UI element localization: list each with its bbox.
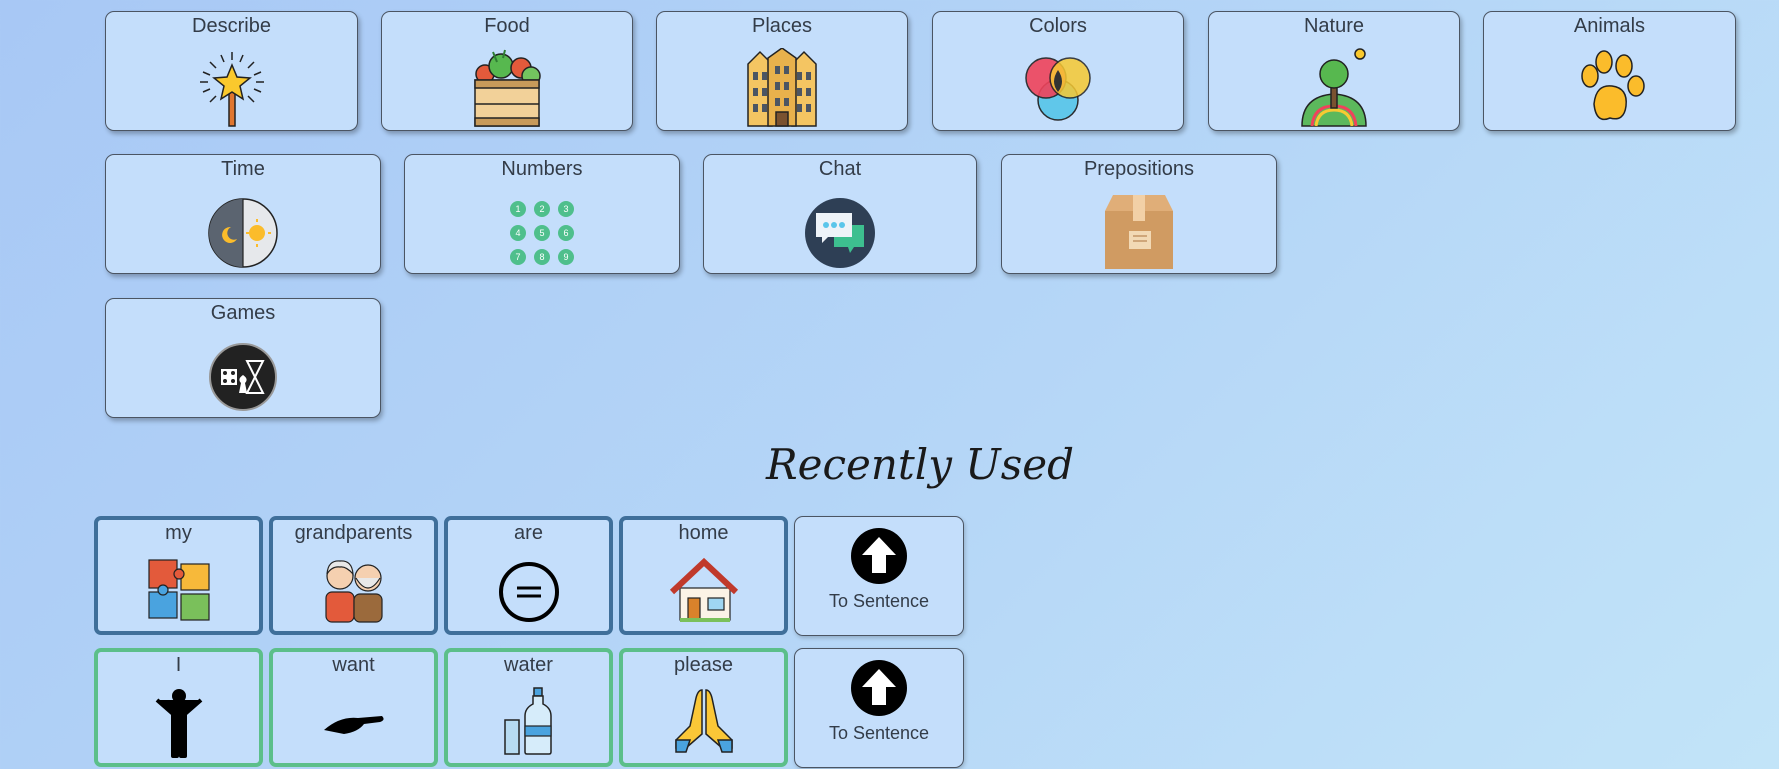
arrow-up-circle-icon	[851, 660, 907, 716]
category-tile-animals[interactable]: Animals	[1483, 11, 1736, 131]
to-sentence-label: To Sentence	[828, 723, 930, 743]
category-label: Places	[751, 15, 813, 37]
svg-text:1: 1	[515, 204, 520, 214]
tree-hill-icon	[1301, 48, 1367, 127]
color-circles-icon	[1025, 57, 1091, 121]
category-tile-numbers[interactable]: Numbers 1 2 3 4 5 6 7 8 9	[404, 154, 680, 274]
recently-used-title: Recently Used	[766, 440, 1074, 489]
equals-circle-icon	[498, 562, 559, 622]
category-label: Nature	[1303, 15, 1365, 37]
word-tile-my[interactable]: my	[94, 516, 263, 635]
category-label: Numbers	[501, 158, 583, 180]
cardboard-box-icon	[1105, 195, 1173, 269]
category-label: Colors	[1029, 15, 1087, 37]
magic-wand-star-icon	[199, 52, 264, 127]
word-tile-home[interactable]: home	[619, 516, 788, 635]
house-icon	[669, 557, 738, 622]
person-icon	[155, 689, 202, 758]
word-label: I	[175, 654, 182, 676]
category-tile-places[interactable]: Places	[656, 11, 908, 131]
puzzle-pieces-icon	[147, 559, 210, 621]
word-label: please	[674, 654, 733, 676]
grandparents-icon	[324, 560, 383, 623]
svg-text:6: 6	[563, 228, 568, 238]
category-tile-time[interactable]: Time	[105, 154, 381, 274]
svg-text:8: 8	[539, 252, 544, 262]
category-label: Games	[210, 302, 276, 324]
word-label: are	[514, 522, 543, 544]
chat-bubbles-icon	[805, 198, 875, 268]
svg-text:9: 9	[563, 252, 568, 262]
building-icon	[747, 48, 817, 127]
word-tile-please[interactable]: please	[619, 648, 788, 767]
category-tile-describe[interactable]: Describe	[105, 11, 358, 131]
word-label: my	[165, 522, 192, 544]
svg-text:7: 7	[515, 252, 520, 262]
board-game-icon	[209, 343, 277, 411]
water-bottle-icon	[503, 687, 552, 755]
word-tile-i[interactable]: I	[94, 648, 263, 767]
category-tile-prepositions[interactable]: Prepositions	[1001, 154, 1277, 274]
day-night-icon	[208, 198, 278, 268]
word-label: water	[504, 654, 553, 676]
svg-text:3: 3	[563, 204, 568, 214]
word-tile-grandparents[interactable]: grandparents	[269, 516, 438, 635]
category-label: Chat	[818, 158, 862, 180]
category-tile-colors[interactable]: Colors	[932, 11, 1184, 131]
word-label: grandparents	[294, 522, 413, 544]
svg-text:4: 4	[515, 228, 520, 238]
number-grid-icon: 1 2 3 4 5 6 7 8 9	[510, 201, 574, 265]
to-sentence-button[interactable]: To Sentence	[794, 648, 964, 768]
arrow-up-circle-icon	[851, 528, 907, 584]
category-label: Time	[221, 158, 265, 180]
word-label: want	[332, 654, 375, 676]
to-sentence-label: To Sentence	[828, 591, 930, 611]
category-tile-games[interactable]: Games	[105, 298, 381, 418]
praying-hands-icon	[674, 689, 733, 753]
category-tile-nature[interactable]: Nature	[1208, 11, 1460, 131]
word-tile-want[interactable]: want	[269, 648, 438, 767]
open-hand-icon	[323, 716, 384, 734]
svg-text:2: 2	[539, 204, 544, 214]
word-tile-water[interactable]: water	[444, 648, 613, 767]
vegetable-crate-icon	[474, 49, 541, 127]
category-label: Prepositions	[1083, 158, 1195, 180]
category-tile-food[interactable]: Food	[381, 11, 633, 131]
to-sentence-button[interactable]: To Sentence	[794, 516, 964, 636]
category-label: Describe	[192, 15, 271, 37]
word-tile-are[interactable]: are	[444, 516, 613, 635]
paw-print-icon	[1580, 50, 1645, 121]
category-label: Animals	[1573, 15, 1646, 37]
category-tile-chat[interactable]: Chat	[703, 154, 977, 274]
word-label: home	[678, 522, 729, 544]
category-label: Food	[484, 15, 530, 37]
svg-text:5: 5	[539, 228, 544, 238]
